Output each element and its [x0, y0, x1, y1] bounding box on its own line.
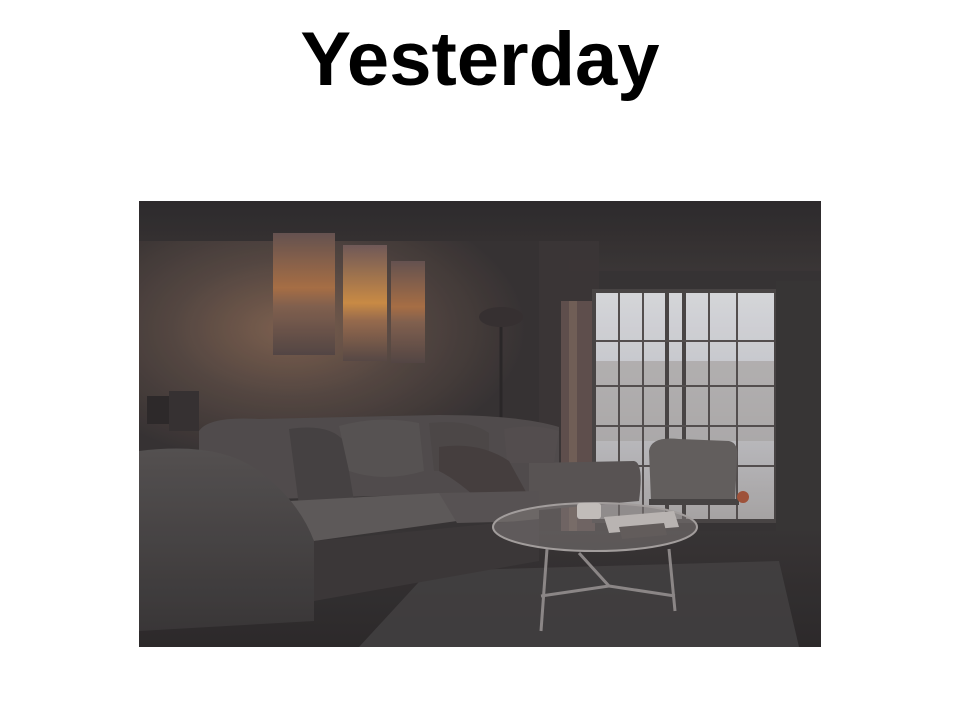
living-room-photo — [139, 201, 821, 647]
slide-title: Yesterday — [300, 17, 660, 102]
